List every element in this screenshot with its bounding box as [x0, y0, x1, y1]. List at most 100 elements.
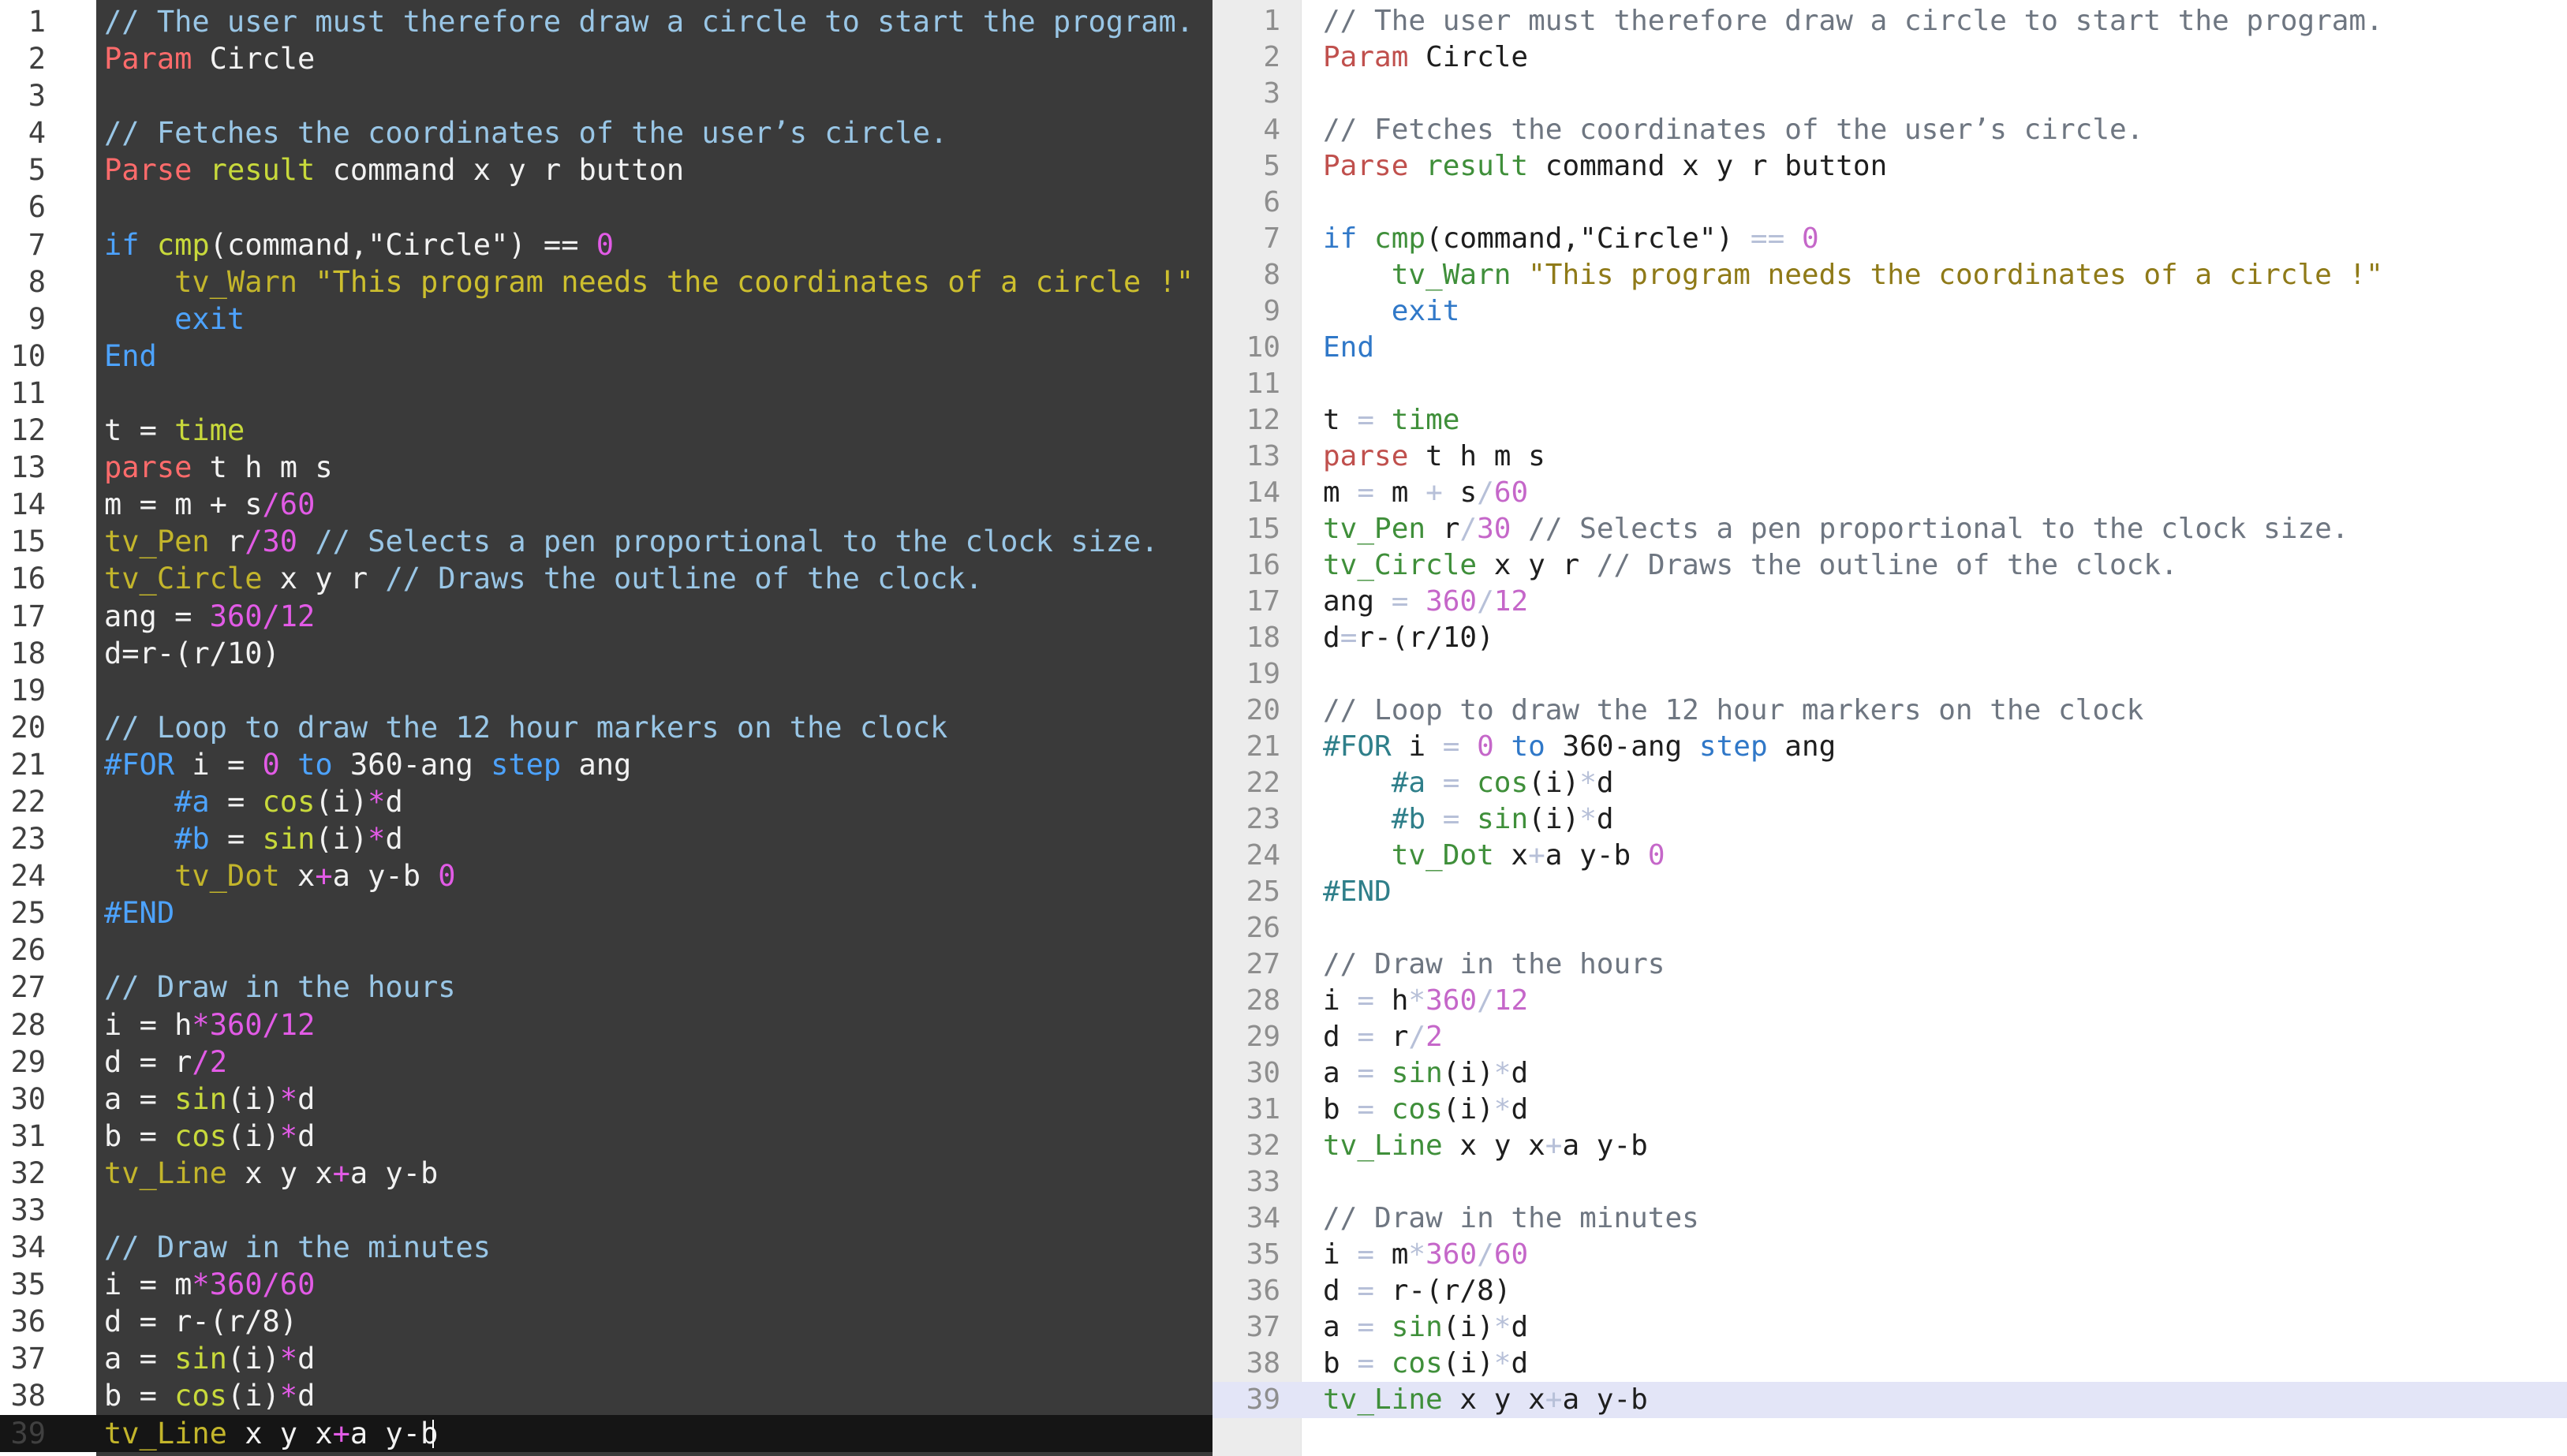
code-line[interactable]: 2 Param Circle: [0, 40, 1213, 77]
code-token: =: [139, 1007, 157, 1042]
code-lines[interactable]: 1 // The user must therefore draw a circl…: [1213, 0, 2567, 1418]
code-line[interactable]: 38 b = cos(i)*d: [0, 1377, 1213, 1414]
code-token: #FOR: [104, 747, 175, 782]
code-text: tv_Line x y x+a y-b: [104, 1155, 438, 1192]
line-number: 17: [10, 599, 46, 633]
code-line[interactable]: 4 // Fetches the coordinates of the user’…: [0, 114, 1213, 151]
code-line[interactable]: 6: [0, 189, 1213, 226]
code-line[interactable]: 20 // Loop to draw the 12 hour markers on…: [1213, 693, 2567, 729]
line-number: 27: [10, 970, 46, 1005]
line-number: 33: [10, 1193, 46, 1227]
code-line[interactable]: 23 #b = sin(i)*d: [1213, 801, 2567, 838]
code-line[interactable]: 7 if cmp(command,"Circle") == 0: [1213, 221, 2567, 257]
code-line[interactable]: 31 b = cos(i)*d: [1213, 1092, 2567, 1128]
code-line[interactable]: 39 tv_Line x y x+a y-b: [0, 1414, 1213, 1452]
code-line[interactable]: 14 m = m + s/60: [0, 486, 1213, 523]
code-line[interactable]: 38 b = cos(i)*d: [1213, 1346, 2567, 1382]
code-line[interactable]: 24 tv_Dot x+a y-b 0: [0, 857, 1213, 894]
code-line[interactable]: 3: [1213, 76, 2567, 112]
code-line[interactable]: 34 // Draw in the minutes: [0, 1229, 1213, 1266]
code-line[interactable]: 34 // Draw in the minutes: [1213, 1200, 2567, 1237]
code-line[interactable]: 33: [0, 1192, 1213, 1229]
code-line[interactable]: 36 d = r-(r/8): [0, 1303, 1213, 1340]
code-token: /: [1408, 1021, 1426, 1053]
code-line[interactable]: 18 d=r-(r/10): [1213, 620, 2567, 656]
code-line[interactable]: 22 #a = cos(i)*d: [0, 783, 1213, 820]
code-line[interactable]: 10 End: [1213, 330, 2567, 366]
code-line[interactable]: 25 #END: [0, 894, 1213, 931]
code-lines[interactable]: 1 // The user must therefore draw a circl…: [0, 0, 1213, 1452]
code-line[interactable]: 11: [0, 375, 1213, 412]
code-line[interactable]: 30 a = sin(i)*d: [0, 1081, 1213, 1118]
code-token: *: [192, 1267, 210, 1302]
code-line[interactable]: 16 tv_Circle x y r // Draws the outline o…: [1213, 547, 2567, 584]
code-line[interactable]: 32 tv_Line x y x+a y-b: [1213, 1128, 2567, 1164]
code-line[interactable]: 29 d = r/2: [0, 1043, 1213, 1081]
code-line[interactable]: 28 i = h*360/12: [0, 1006, 1213, 1043]
code-line[interactable]: 14 m = m + s/60: [1213, 475, 2567, 511]
code-line[interactable]: 8 tv_Warn "This program needs the coordi…: [1213, 257, 2567, 293]
code-line[interactable]: 18 d=r-(r/10): [0, 635, 1213, 672]
code-line[interactable]: 1 // The user must therefore draw a circl…: [0, 3, 1213, 40]
line-number: 17: [1246, 585, 1280, 618]
code-line[interactable]: 28 i = h*360/12: [1213, 983, 2567, 1019]
code-line[interactable]: 2 Param Circle: [1213, 39, 2567, 76]
code-line[interactable]: 13 parse t h m s: [1213, 439, 2567, 475]
code-line[interactable]: 15 tv_Pen r/30 // Selects a pen proportio…: [1213, 511, 2567, 547]
code-line[interactable]: 21 #FOR i = 0 to 360-ang step ang: [0, 746, 1213, 783]
code-line[interactable]: 6: [1213, 185, 2567, 221]
code-line[interactable]: 39 tv_Line x y x+a y-b: [1213, 1382, 2567, 1418]
code-line[interactable]: 30 a = sin(i)*d: [1213, 1055, 2567, 1092]
code-token: 360: [1425, 585, 1478, 618]
code-line[interactable]: 32 tv_Line x y x+a y-b: [0, 1155, 1213, 1192]
code-line[interactable]: 33: [1213, 1164, 2567, 1200]
code-line[interactable]: 16 tv_Circle x y r // Draws the outline o…: [0, 560, 1213, 597]
code-token: /: [192, 1044, 210, 1079]
code-line[interactable]: 9 exit: [0, 301, 1213, 338]
code-line[interactable]: 20 // Loop to draw the 12 hour markers on…: [0, 709, 1213, 746]
code-line[interactable]: 35 i = m*360/60: [0, 1266, 1213, 1303]
line-number: 6: [28, 190, 46, 225]
code-line[interactable]: 5 Parse result command x y r button: [0, 151, 1213, 189]
code-line[interactable]: 37 a = sin(i)*d: [0, 1340, 1213, 1377]
code-line[interactable]: 23 #b = sin(i)*d: [0, 820, 1213, 857]
line-number: 16: [10, 562, 46, 596]
code-line[interactable]: 22 #a = cos(i)*d: [1213, 765, 2567, 801]
code-line[interactable]: 15 tv_Pen r/30 // Selects a pen proportio…: [0, 523, 1213, 560]
code-line[interactable]: 17 ang = 360/12: [1213, 584, 2567, 620]
code-line[interactable]: 27 // Draw in the hours: [1213, 946, 2567, 983]
code-token: tv_Circle: [1323, 549, 1478, 581]
editor-pane-dark[interactable]: 1 // The user must therefore draw a circl…: [0, 0, 1213, 1456]
code-line[interactable]: 7 if cmp(command,"Circle") == 0: [0, 226, 1213, 263]
code-line[interactable]: 25 #END: [1213, 874, 2567, 910]
editor-pane-light[interactable]: 1 // The user must therefore draw a circl…: [1213, 0, 2567, 1456]
code-line[interactable]: 1 // The user must therefore draw a circl…: [1213, 3, 2567, 39]
code-line[interactable]: 26: [1213, 910, 2567, 946]
code-line[interactable]: 36 d = r-(r/8): [1213, 1273, 2567, 1309]
code-line[interactable]: 12 t = time: [1213, 402, 2567, 439]
code-line[interactable]: 24 tv_Dot x+a y-b 0: [1213, 838, 2567, 874]
code-line[interactable]: 3: [0, 77, 1213, 114]
code-line[interactable]: 11: [1213, 366, 2567, 402]
code-line[interactable]: 27 // Draw in the hours: [0, 969, 1213, 1006]
code-line[interactable]: 12 t = time: [0, 412, 1213, 449]
code-line[interactable]: 5 Parse result command x y r button: [1213, 148, 2567, 185]
code-line[interactable]: 13 parse t h m s: [0, 449, 1213, 486]
code-line[interactable]: 29 d = r/2: [1213, 1019, 2567, 1055]
code-line[interactable]: 4 // Fetches the coordinates of the user’…: [1213, 112, 2567, 148]
code-line[interactable]: 19: [1213, 656, 2567, 693]
code-line[interactable]: 31 b = cos(i)*d: [0, 1118, 1213, 1155]
code-token: Parse: [104, 153, 192, 188]
code-token: /: [262, 599, 280, 633]
code-line[interactable]: 37 a = sin(i)*d: [1213, 1309, 2567, 1346]
code-line[interactable]: 8 tv_Warn "This program needs the coordi…: [0, 263, 1213, 301]
code-line[interactable]: 21 #FOR i = 0 to 360-ang step ang: [1213, 729, 2567, 765]
code-token: #END: [104, 896, 175, 931]
code-line[interactable]: 26: [0, 931, 1213, 969]
code-line[interactable]: 17 ang = 360/12: [0, 598, 1213, 635]
code-line[interactable]: 9 exit: [1213, 293, 2567, 330]
code-line[interactable]: 35 i = m*360/60: [1213, 1237, 2567, 1273]
code-line[interactable]: 19: [0, 672, 1213, 709]
code-line[interactable]: 10 End: [0, 338, 1213, 375]
